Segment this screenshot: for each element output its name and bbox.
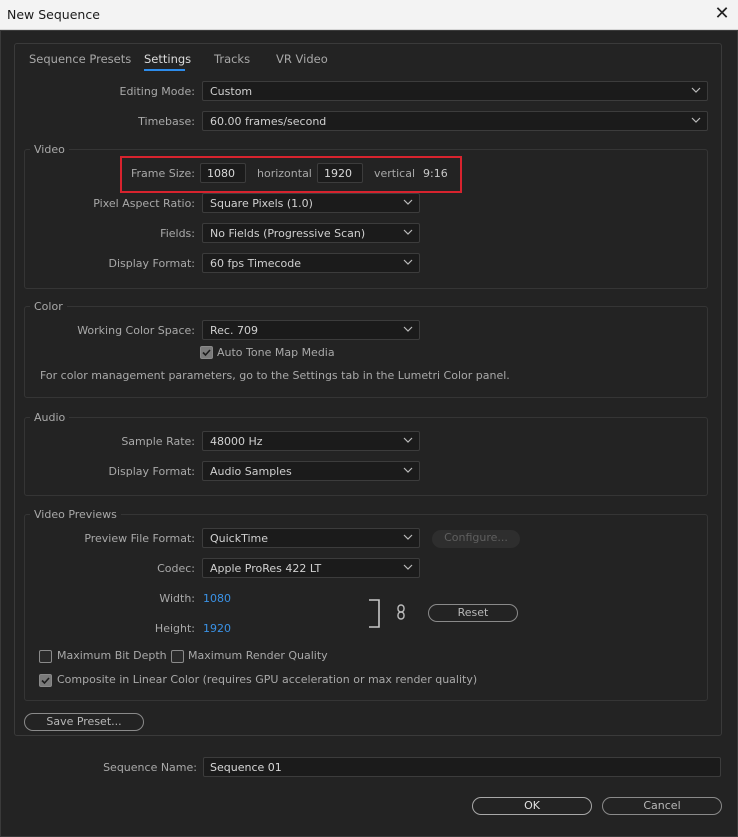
max-bit-depth-label: Maximum Bit Depth xyxy=(57,649,167,662)
working-color-space-dropdown[interactable]: Rec. 709 xyxy=(202,320,420,340)
close-icon[interactable]: ✕ xyxy=(711,4,733,26)
sequence-name-input[interactable]: Sequence 01 xyxy=(203,757,721,777)
preview-file-format-dropdown[interactable]: QuickTime xyxy=(202,528,420,548)
timebase-label: Timebase: xyxy=(138,115,195,128)
tab-settings[interactable]: Settings xyxy=(144,52,191,66)
preview-width-value[interactable]: 1080 xyxy=(203,592,231,605)
timebase-dropdown[interactable]: 60.00 frames/second xyxy=(202,111,708,131)
max-bit-depth-checkbox[interactable] xyxy=(39,650,52,663)
checkmark-icon xyxy=(41,677,50,685)
editing-mode-value: Custom xyxy=(210,85,253,98)
auto-tone-map-label: Auto Tone Map Media xyxy=(217,346,335,359)
chevron-down-icon xyxy=(403,532,413,542)
title-bar: New Sequence ✕ xyxy=(0,0,738,30)
video-display-format-value: 60 fps Timecode xyxy=(210,257,302,270)
composite-linear-checkbox[interactable] xyxy=(39,674,52,687)
working-color-space-label: Working Color Space: xyxy=(77,324,195,337)
dimension-bracket-icon xyxy=(369,599,380,628)
audio-group-title: Audio xyxy=(30,411,70,424)
max-render-quality-checkbox[interactable] xyxy=(171,650,184,663)
sample-rate-dropdown[interactable]: 48000 Hz xyxy=(202,431,420,451)
tab-sequence-presets[interactable]: Sequence Presets xyxy=(29,52,131,66)
pixel-aspect-label: Pixel Aspect Ratio: xyxy=(93,197,195,210)
chevron-down-icon xyxy=(403,465,413,475)
timebase-value: 60.00 frames/second xyxy=(210,115,327,128)
preview-file-format-value: QuickTime xyxy=(210,532,269,545)
preview-height-label: Height: xyxy=(154,622,195,635)
fields-label: Fields: xyxy=(160,227,195,240)
preview-width-label: Width: xyxy=(159,592,195,605)
sequence-name-label: Sequence Name: xyxy=(103,761,197,774)
chevron-down-icon xyxy=(691,115,701,125)
window-title: New Sequence xyxy=(7,7,100,22)
codec-dropdown[interactable]: Apple ProRes 422 LT xyxy=(202,558,420,578)
pixel-aspect-value: Square Pixels (1.0) xyxy=(210,197,313,210)
configure-button[interactable]: Configure... xyxy=(432,530,520,548)
chevron-down-icon xyxy=(403,324,413,334)
audio-display-format-label: Display Format: xyxy=(108,465,195,478)
chevron-down-icon xyxy=(691,85,701,95)
active-tab-indicator xyxy=(144,69,185,71)
chevron-down-icon xyxy=(403,562,413,572)
video-group-title: Video xyxy=(30,143,69,156)
chevron-down-icon xyxy=(403,227,413,237)
chevron-down-icon xyxy=(403,197,413,207)
tab-vr-video[interactable]: VR Video xyxy=(276,52,328,66)
video-display-format-label: Display Format: xyxy=(108,257,195,270)
codec-value: Apple ProRes 422 LT xyxy=(210,562,322,575)
audio-display-format-dropdown[interactable]: Audio Samples xyxy=(202,461,420,481)
preview-height-value[interactable]: 1920 xyxy=(203,622,231,635)
cancel-button[interactable]: Cancel xyxy=(602,797,722,815)
checkmark-icon xyxy=(202,349,211,357)
sample-rate-value: 48000 Hz xyxy=(210,435,263,448)
chevron-down-icon xyxy=(403,257,413,267)
audio-display-format-value: Audio Samples xyxy=(210,465,292,478)
max-render-quality-label: Maximum Render Quality xyxy=(188,649,328,662)
link-chain-icon[interactable] xyxy=(396,604,406,620)
video-display-format-dropdown[interactable]: 60 fps Timecode xyxy=(202,253,420,273)
frame-size-highlight xyxy=(120,156,462,193)
color-group-title: Color xyxy=(30,300,67,313)
reset-button[interactable]: Reset xyxy=(428,604,518,622)
editing-mode-dropdown[interactable]: Custom xyxy=(202,81,708,101)
audio-group xyxy=(24,417,708,496)
pixel-aspect-dropdown[interactable]: Square Pixels (1.0) xyxy=(202,193,420,213)
preview-file-format-label: Preview File Format: xyxy=(84,532,195,545)
fields-value: No Fields (Progressive Scan) xyxy=(210,227,366,240)
codec-label: Codec: xyxy=(157,562,195,575)
ok-button[interactable]: OK xyxy=(472,797,592,815)
tab-tracks[interactable]: Tracks xyxy=(214,52,250,66)
chevron-down-icon xyxy=(403,435,413,445)
fields-dropdown[interactable]: No Fields (Progressive Scan) xyxy=(202,223,420,243)
sample-rate-label: Sample Rate: xyxy=(121,435,195,448)
editing-mode-label: Editing Mode: xyxy=(119,85,196,98)
save-preset-button[interactable]: Save Preset... xyxy=(24,713,144,731)
composite-linear-label: Composite in Linear Color (requires GPU … xyxy=(57,673,478,686)
auto-tone-map-checkbox[interactable] xyxy=(200,346,213,359)
color-management-note: For color management parameters, go to t… xyxy=(40,369,510,382)
working-color-space-value: Rec. 709 xyxy=(210,324,258,337)
video-previews-group-title: Video Previews xyxy=(30,508,121,521)
